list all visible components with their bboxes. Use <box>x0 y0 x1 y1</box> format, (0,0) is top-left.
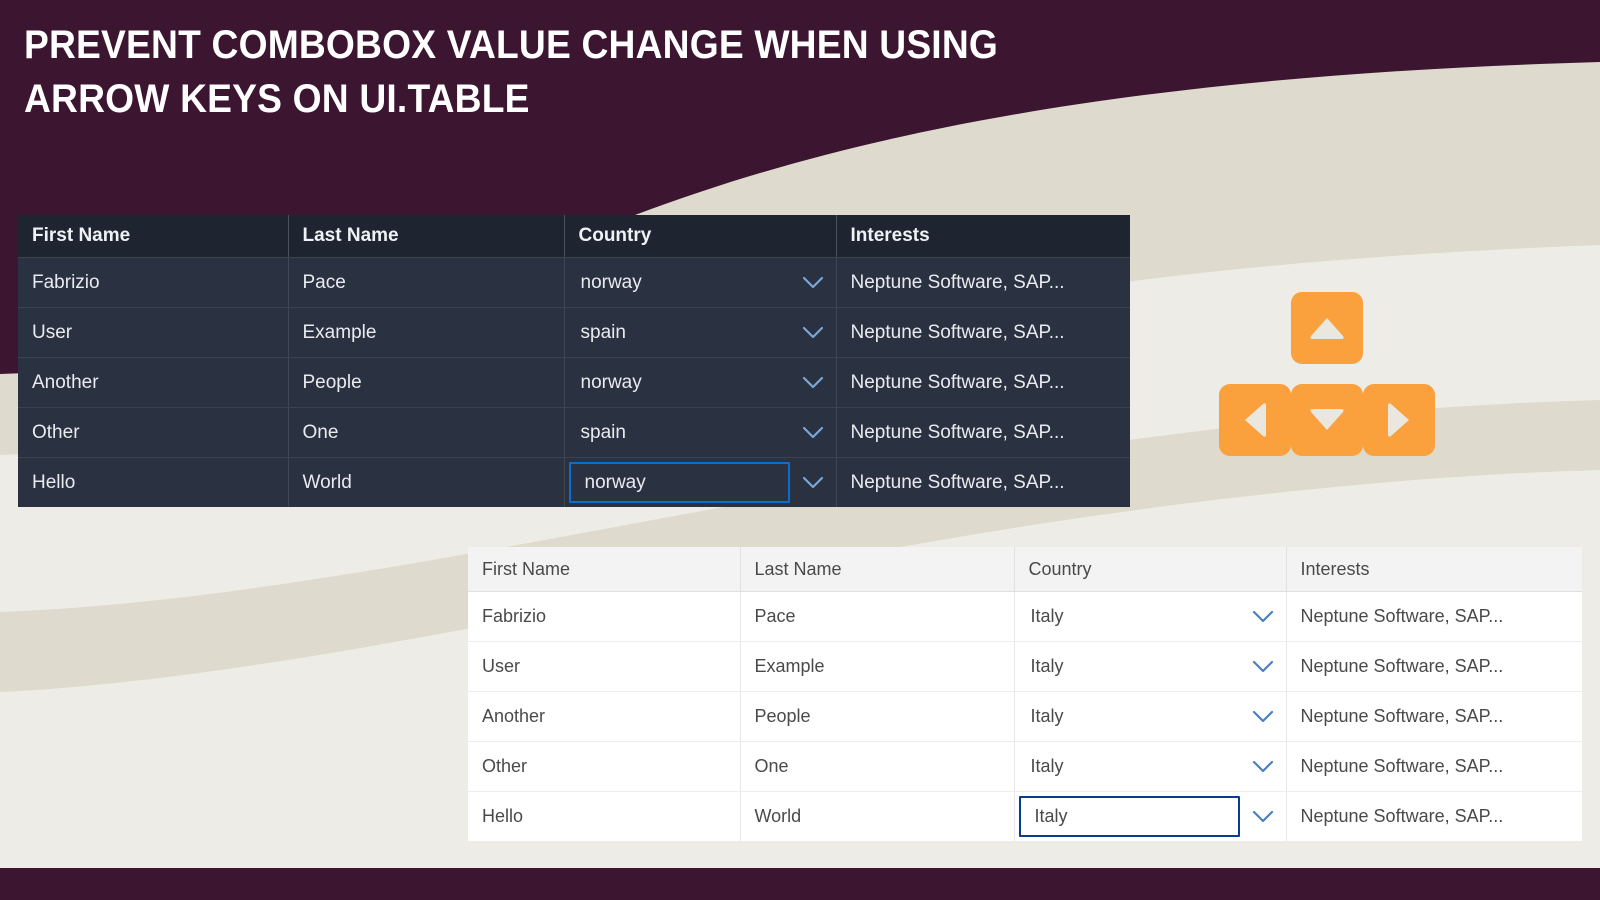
cell-country-combobox[interactable]: Italy <box>1014 741 1287 792</box>
arrow-left-key[interactable] <box>1219 384 1291 456</box>
chevron-down-icon[interactable] <box>790 358 836 407</box>
cell-first-name: Fabrizio <box>18 257 289 308</box>
arrow-keys-cluster <box>1219 292 1435 456</box>
arrow-up-key[interactable] <box>1291 292 1363 364</box>
chevron-down-icon[interactable] <box>1240 742 1286 791</box>
cell-country-combobox[interactable]: norway <box>564 257 837 308</box>
table-row[interactable]: Other One Italy Neptune Software, SAP... <box>468 741 1582 792</box>
cell-interests: Neptune Software, SAP... <box>1286 641 1582 692</box>
page-title-line-2: Arrow Keys on UI.Table <box>24 77 530 121</box>
cell-last-name: Pace <box>740 591 1015 642</box>
country-combobox-value[interactable]: Italy <box>1015 592 1240 641</box>
cell-interests: Neptune Software, SAP... <box>1286 591 1582 642</box>
country-combobox-input[interactable]: norway <box>568 462 790 503</box>
cell-last-name: World <box>288 457 565 507</box>
table-row[interactable]: Fabrizio Pace Italy Neptune Software, SA… <box>468 591 1582 642</box>
cell-interests: Neptune Software, SAP... <box>836 357 1130 408</box>
page-title-line-1: Prevent Combobox Value Change When Using <box>24 23 999 67</box>
arrow-up-key-icon <box>1307 315 1347 341</box>
column-header-country[interactable]: Country <box>1014 547 1287 592</box>
arrow-down-key-icon <box>1307 407 1347 433</box>
chevron-down-icon[interactable] <box>790 258 836 307</box>
cell-country-combobox[interactable]: spain <box>564 407 837 458</box>
cell-last-name: One <box>740 741 1015 792</box>
column-header-first-name[interactable]: First Name <box>468 547 741 592</box>
table-row[interactable]: User Example Italy Neptune Software, SAP… <box>468 641 1582 692</box>
country-combobox-value[interactable]: spain <box>565 308 790 357</box>
cell-first-name: Other <box>468 741 741 792</box>
country-combobox-value[interactable]: Italy <box>1015 692 1240 741</box>
cell-first-name: Fabrizio <box>468 591 741 642</box>
cell-interests: Neptune Software, SAP... <box>1286 741 1582 792</box>
cell-last-name: People <box>740 691 1015 742</box>
cell-first-name: Another <box>468 691 741 742</box>
cell-last-name: Example <box>740 641 1015 692</box>
footer-banner-shape <box>0 868 1600 900</box>
country-combobox-value[interactable]: norway <box>565 258 790 307</box>
cell-last-name: One <box>288 407 565 458</box>
table-row[interactable]: Hello World Italy Neptune Software, SAP.… <box>468 791 1582 841</box>
arrow-right-key-icon <box>1386 400 1412 440</box>
chevron-down-icon[interactable] <box>1240 592 1286 641</box>
cell-first-name: Hello <box>18 457 289 507</box>
chevron-down-icon[interactable] <box>1240 642 1286 691</box>
cell-country-combobox[interactable]: Italy <box>1014 641 1287 692</box>
column-header-last-name[interactable]: Last Name <box>288 215 565 258</box>
table-header-row: First Name Last Name Country Interests <box>18 215 1130 258</box>
cell-first-name: Other <box>18 407 289 458</box>
country-combobox-value[interactable]: norway <box>565 358 790 407</box>
arrow-left-key-icon <box>1242 400 1268 440</box>
light-theme-table: First Name Last Name Country Interests F… <box>468 547 1582 841</box>
chevron-down-icon[interactable] <box>1240 792 1286 841</box>
table-row[interactable]: User Example spain Neptune Software, SAP… <box>18 307 1130 358</box>
arrow-down-key[interactable] <box>1291 384 1363 456</box>
country-combobox-input[interactable]: Italy <box>1018 796 1240 837</box>
chevron-down-icon[interactable] <box>790 408 836 457</box>
table-row[interactable]: Other One spain Neptune Software, SAP... <box>18 407 1130 458</box>
cell-first-name: User <box>468 641 741 692</box>
cell-country-combobox-focused[interactable]: norway <box>564 457 837 507</box>
dark-theme-table: First Name Last Name Country Interests F… <box>18 215 1130 507</box>
country-combobox-value[interactable]: Italy <box>1015 642 1240 691</box>
cell-interests: Neptune Software, SAP... <box>1286 791 1582 841</box>
cell-first-name: User <box>18 307 289 358</box>
cell-country-combobox[interactable]: norway <box>564 357 837 408</box>
cell-last-name: Pace <box>288 257 565 308</box>
chevron-down-icon[interactable] <box>790 458 836 507</box>
table-header-row: First Name Last Name Country Interests <box>468 547 1582 592</box>
cell-country-combobox[interactable]: Italy <box>1014 691 1287 742</box>
table-row[interactable]: Fabrizio Pace norway Neptune Software, S… <box>18 257 1130 308</box>
column-header-last-name[interactable]: Last Name <box>740 547 1015 592</box>
chevron-down-icon[interactable] <box>1240 692 1286 741</box>
column-header-first-name[interactable]: First Name <box>18 215 289 258</box>
table-row[interactable]: Hello World norway Neptune Software, SAP… <box>18 457 1130 507</box>
table-row[interactable]: Another People Italy Neptune Software, S… <box>468 691 1582 742</box>
cell-interests: Neptune Software, SAP... <box>1286 691 1582 742</box>
cell-interests: Neptune Software, SAP... <box>836 457 1130 507</box>
cell-interests: Neptune Software, SAP... <box>836 257 1130 308</box>
cell-first-name: Hello <box>468 791 741 841</box>
cell-country-combobox[interactable]: Italy <box>1014 591 1287 642</box>
cell-country-combobox[interactable]: spain <box>564 307 837 358</box>
cell-last-name: World <box>740 791 1015 841</box>
cell-country-combobox-focused[interactable]: Italy <box>1014 791 1287 841</box>
chevron-down-icon[interactable] <box>790 308 836 357</box>
country-combobox-value[interactable]: spain <box>565 408 790 457</box>
country-combobox-value[interactable]: Italy <box>1015 742 1240 791</box>
cell-interests: Neptune Software, SAP... <box>836 407 1130 458</box>
cell-last-name: Example <box>288 307 565 358</box>
arrow-right-key[interactable] <box>1363 384 1435 456</box>
cell-last-name: People <box>288 357 565 408</box>
column-header-interests[interactable]: Interests <box>1286 547 1582 592</box>
table-row[interactable]: Another People norway Neptune Software, … <box>18 357 1130 408</box>
page-title: Prevent Combobox Value Change When Using… <box>24 18 1261 126</box>
cell-interests: Neptune Software, SAP... <box>836 307 1130 358</box>
column-header-country[interactable]: Country <box>564 215 837 258</box>
cell-first-name: Another <box>18 357 289 408</box>
column-header-interests[interactable]: Interests <box>836 215 1130 258</box>
